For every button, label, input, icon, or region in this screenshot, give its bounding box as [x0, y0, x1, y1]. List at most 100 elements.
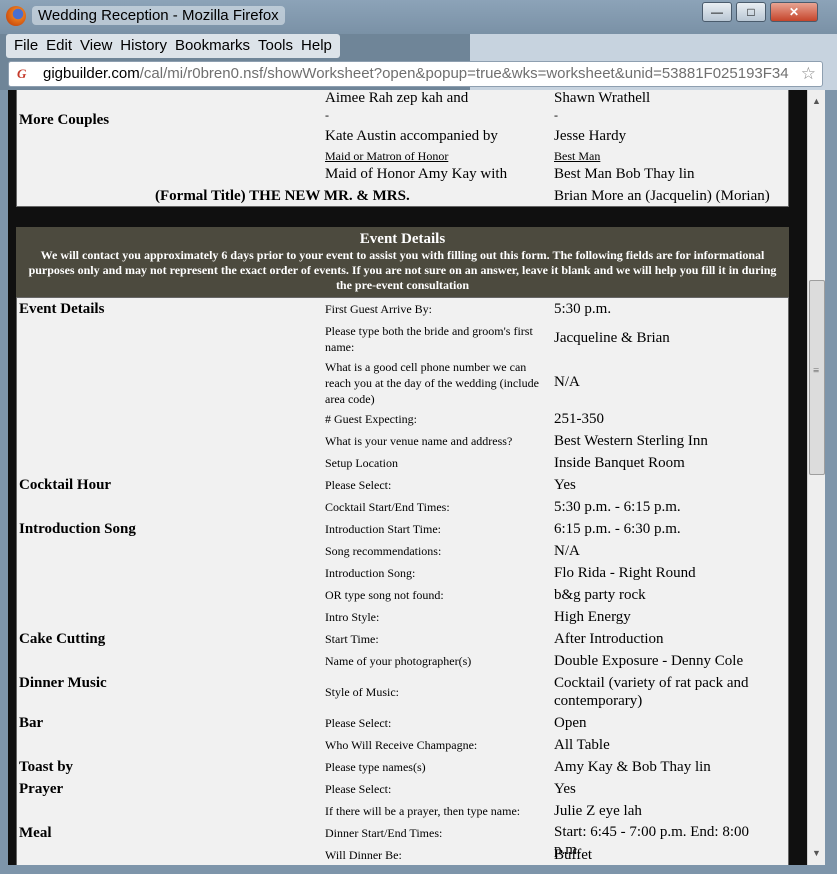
window-frame-bottom: [0, 865, 837, 874]
field-question: If there will be a prayer, then type nam…: [325, 804, 521, 818]
page-content: Aimee Rah zep kah and Shawn Wrathell Mor…: [8, 90, 807, 865]
section-label: Dinner Music: [19, 675, 107, 691]
field-answer: N/A: [554, 374, 580, 390]
field-question: Introduction Start Time:: [325, 522, 442, 536]
section-label: Event Details: [19, 301, 105, 317]
couple-row2-left: Kate Austin accompanied by: [325, 128, 498, 144]
menu-file[interactable]: File: [10, 34, 42, 58]
couple-dash-right: -: [554, 108, 558, 122]
section-label: Prayer: [19, 781, 64, 797]
section-label: Bar: [19, 715, 44, 731]
title-bar[interactable]: Wedding Reception - Mozilla Firefox — □ …: [0, 0, 837, 34]
field-answer: Jacqueline & Brian: [554, 330, 670, 346]
minimize-button[interactable]: —: [702, 2, 732, 22]
field-question: Song recommendations:: [325, 544, 442, 558]
field-answer: N/A: [554, 543, 580, 559]
close-button[interactable]: ✕: [770, 2, 818, 22]
section-label: Toast by: [19, 759, 74, 775]
event-details-header: Event Details We will contact you approx…: [16, 227, 789, 297]
couple-row3-left: Maid of Honor Amy Kay with: [325, 166, 508, 182]
field-answer: Buffet: [554, 847, 593, 863]
field-question: Intro Style:: [325, 610, 380, 624]
field-answer: Amy Kay & Bob Thay lin: [554, 759, 711, 775]
window-frame-right: [825, 90, 837, 874]
field-question: Name of your photographer(s): [325, 654, 472, 668]
field-answer: Double Exposure - Denny Cole: [554, 653, 744, 669]
event-details-description: We will contact you approximately 6 days…: [28, 248, 777, 292]
formal-title-label: (Formal Title) THE NEW MR. & MRS.: [155, 188, 410, 204]
field-question: Introduction Song:: [325, 566, 416, 580]
url-host: gigbuilder.com: [43, 65, 140, 82]
couples-panel: Aimee Rah zep kah and Shawn Wrathell Mor…: [16, 90, 789, 207]
field-question: Who Will Receive Champagne:: [325, 738, 478, 752]
field-answer: Julie Z eye lah: [554, 803, 642, 819]
field-question: Start Time:: [325, 632, 379, 646]
field-question: Cocktail Start/End Times:: [325, 500, 450, 514]
scroll-up-arrow-icon[interactable]: ▲: [812, 96, 821, 106]
field-answer: 6:15 p.m. - 6:30 p.m.: [554, 521, 681, 537]
field-question: OR type song not found:: [325, 588, 444, 602]
url-path: /cal/mi/r0bren0.nsf/showWorksheet?open&p…: [139, 65, 789, 82]
field-question: Please type names(s): [325, 760, 426, 774]
grip-icon: ≡: [813, 365, 820, 377]
field-question: Please Select:: [325, 716, 392, 730]
couple-row1-right: Shawn Wrathell: [554, 90, 651, 106]
field-answer: 251-350: [554, 411, 604, 427]
section-label: Cake Cutting: [19, 631, 106, 647]
formal-title-value: Brian More an (Jacquelin) (Morian): [554, 188, 770, 204]
menu-bookmarks[interactable]: Bookmarks: [171, 34, 254, 58]
field-answer: Inside Banquet Room: [554, 455, 685, 471]
firefox-logo-icon: [6, 6, 26, 26]
more-couples-label: More Couples: [19, 112, 110, 128]
field-answer: Best Western Sterling Inn: [554, 433, 708, 449]
browser-window: Wedding Reception - Mozilla Firefox — □ …: [0, 0, 837, 874]
field-answer: b&g party rock: [554, 587, 646, 603]
window-frame-left: [0, 90, 8, 874]
menu-edit[interactable]: Edit: [42, 34, 76, 58]
section-label: Introduction Song: [19, 521, 136, 537]
maximize-button[interactable]: □: [736, 2, 766, 22]
window-title: Wedding Reception - Mozilla Firefox: [32, 6, 285, 25]
bookmark-star-icon[interactable]: ☆: [801, 64, 816, 84]
couple-row1-left: Aimee Rah zep kah and: [325, 90, 469, 106]
event-details-panel: Event Details First Guest Arrive By: 5:30 …: [16, 297, 789, 865]
scrollbar-thumb[interactable]: ≡: [809, 280, 825, 475]
field-question: Will Dinner Be:: [325, 848, 402, 862]
field-answer: 5:30 p.m. - 6:15 p.m.: [554, 499, 681, 515]
field-question: Please Select:: [325, 782, 392, 796]
field-question: Please type both the bride and groom's f…: [325, 324, 533, 354]
field-question: What is your venue name and address?: [325, 434, 513, 448]
menu-bar: File Edit View History Bookmarks Tools H…: [6, 34, 340, 58]
field-answer: 5:30 p.m.: [554, 301, 612, 317]
couple-row2-right: Jesse Hardy: [554, 128, 627, 144]
scroll-down-arrow-icon[interactable]: ▼: [812, 848, 821, 858]
field-question: Please Select:: [325, 478, 392, 492]
vertical-scrollbar[interactable]: ▲ ≡ ▼: [807, 90, 825, 865]
url-text[interactable]: gigbuilder.com/cal/mi/r0bren0.nsf/showWo…: [43, 65, 803, 82]
field-answer: High Energy: [554, 609, 631, 625]
couple-row3-right: Best Man Bob Thay lin: [554, 166, 695, 182]
menu-view[interactable]: View: [76, 34, 116, 58]
field-answer: All Table: [554, 737, 610, 753]
section-label: Meal: [19, 825, 52, 841]
field-question: First Guest Arrive By:: [325, 302, 432, 316]
menu-history[interactable]: History: [116, 34, 171, 58]
maid-of-honor-label: Maid or Matron of Honor: [325, 149, 449, 163]
field-question: Dinner Start/End Times:: [325, 826, 443, 840]
site-favicon-icon: G: [17, 66, 27, 81]
menu-help[interactable]: Help: [297, 34, 336, 58]
field-answer: After Introduction: [554, 631, 664, 647]
field-answer: Flo Rida - Right Round: [554, 565, 696, 581]
field-answer: Open: [554, 715, 587, 731]
couple-dash-left: -: [325, 108, 329, 122]
field-question: What is a good cell phone number we can …: [325, 360, 539, 406]
field-answer: Yes: [554, 477, 576, 493]
event-details-title: Event Details: [359, 231, 446, 247]
field-question: # Guest Expecting:: [325, 412, 417, 426]
section-label: Cocktail Hour: [19, 477, 112, 493]
address-bar[interactable]: G gigbuilder.com/cal/mi/r0bren0.nsf/show…: [8, 61, 823, 87]
field-answer: Cocktail (variety of rat pack and contem…: [554, 675, 749, 709]
field-answer: Yes: [554, 781, 576, 797]
best-man-label: Best Man: [554, 149, 601, 163]
menu-tools[interactable]: Tools: [254, 34, 297, 58]
